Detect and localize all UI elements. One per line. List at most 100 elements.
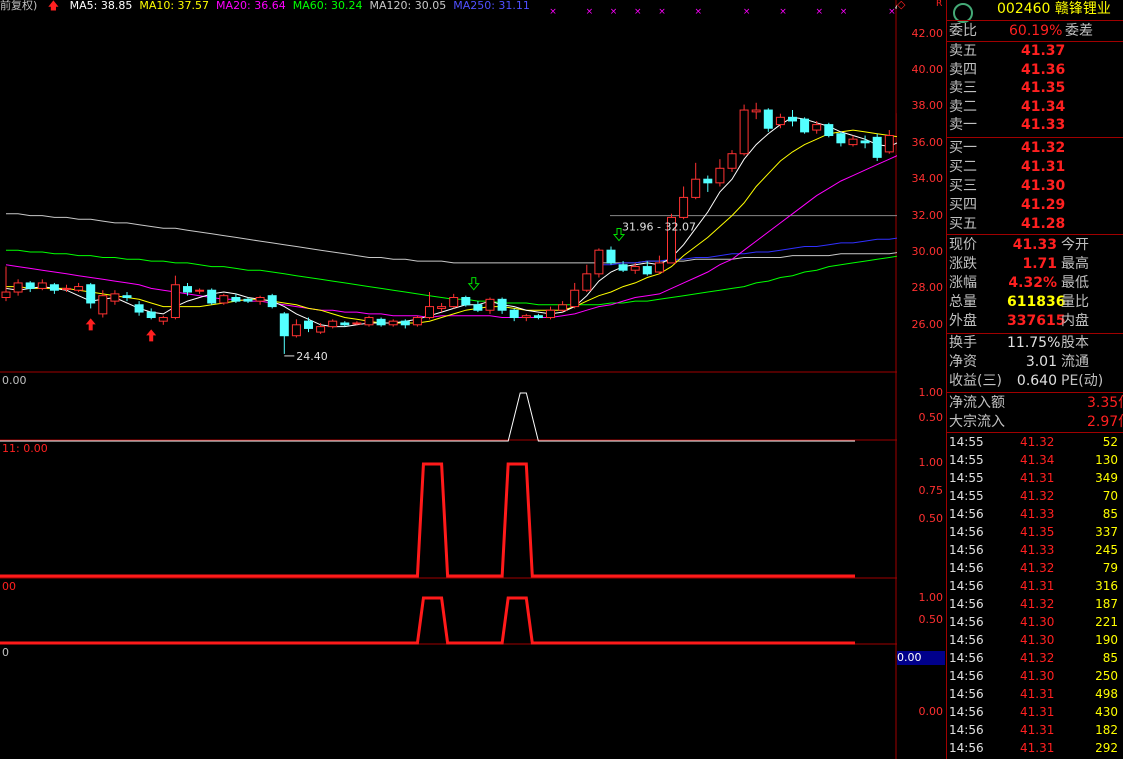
candle-body <box>860 140 870 144</box>
indicator-tick: 0.50 <box>918 613 944 626</box>
candle-body <box>691 178 701 198</box>
tick-time: 14:56 <box>949 543 984 557</box>
candle-body <box>618 264 628 271</box>
weicha-label: 委差 <box>1065 23 1093 39</box>
tick-row[interactable]: 14:56 41.32 79 <box>949 559 1122 577</box>
range-label: 31.96 - 32.07 <box>622 221 696 234</box>
bid-price: 41.30 <box>1021 178 1066 194</box>
tick-time: 14:55 <box>949 471 984 485</box>
buy-arrow-icon <box>85 318 96 331</box>
tick-row[interactable]: 14:55 41.32 70 <box>949 487 1122 505</box>
candle-body <box>328 320 338 328</box>
tick-row[interactable]: 14:56 41.32 85 <box>949 649 1122 667</box>
price-axis: 42.00 40.00 38.00 36.00 34.00 32.00 30.00 28.00… <box>897 0 946 759</box>
weibi-label: 委比 <box>949 23 977 39</box>
fund-value: 0.640 <box>1016 373 1057 389</box>
indicator-line <box>0 392 855 442</box>
tick-row[interactable]: 14:55 41.31 349 <box>949 469 1122 487</box>
tick-time: 14:55 <box>949 435 984 449</box>
flow-value: 3.35亿 <box>1087 395 1123 411</box>
top-marker: × <box>634 7 642 17</box>
top-marker: × <box>743 7 751 17</box>
tick-volume: 349 <box>1095 471 1118 485</box>
tick-row[interactable]: 14:56 41.32 187 <box>949 595 1122 613</box>
candle-body <box>304 320 313 329</box>
adjust-mode-label: 前复权) <box>0 0 38 12</box>
candle-body <box>824 124 834 137</box>
fund-label: 股本 <box>1061 335 1089 351</box>
candle-body <box>679 196 689 218</box>
kline-svg[interactable]: ××××××××××××43.0024.4031.96 - 32.07 <box>0 0 897 759</box>
candle-body <box>570 289 580 308</box>
indicator-tick: 0.75 <box>918 484 944 497</box>
candle-body <box>376 318 386 326</box>
up-arrow-icon: 🡅 <box>47 0 60 12</box>
candle-body <box>388 320 398 326</box>
candle-body <box>630 266 640 271</box>
candle-body <box>848 138 858 146</box>
tick-price: 41.32 <box>1020 597 1055 611</box>
stat-value: 1.71 <box>1022 256 1057 272</box>
rights-marker: R <box>936 0 943 9</box>
tick-price: 41.32 <box>1020 561 1055 575</box>
fund-value: 11.75% <box>1007 335 1061 351</box>
tick-volume: 70 <box>1102 489 1118 503</box>
tick-row[interactable]: 14:56 41.30 250 <box>949 667 1122 685</box>
ask-label: 卖五 <box>949 43 977 59</box>
fund-label: 净资 <box>949 354 977 370</box>
tick-price: 41.30 <box>1020 669 1055 683</box>
stat-value: 611836 <box>1007 294 1066 310</box>
candle-body <box>775 116 785 126</box>
tick-price: 41.31 <box>1020 741 1055 755</box>
tick-row[interactable]: 14:55 41.34 130 <box>949 451 1122 469</box>
candle-body <box>364 317 374 326</box>
tick-volume: 85 <box>1102 651 1118 665</box>
indicator-label: 11: 0.00 <box>2 442 48 455</box>
tick-row[interactable]: 14:56 41.31 292 <box>949 739 1122 757</box>
tick-row[interactable]: 14:56 41.31 430 <box>949 703 1122 721</box>
tick-price: 41.32 <box>1020 651 1055 665</box>
candle-body <box>715 167 725 184</box>
candle-body <box>727 153 737 169</box>
ask-label: 卖一 <box>949 117 977 134</box>
ask-price: 41.34 <box>1021 98 1066 115</box>
stat-label: 涨跌 <box>949 256 977 272</box>
tick-price: 41.31 <box>1020 705 1055 719</box>
candle-body <box>594 249 604 275</box>
price-tick: 32.00 <box>911 208 944 222</box>
ma5-line <box>5 116 897 328</box>
buy-arrow-icon <box>146 329 157 342</box>
tick-row[interactable]: 14:56 41.33 245 <box>949 541 1122 559</box>
flow-label: 净流入额 <box>949 395 1005 411</box>
tick-price: 41.31 <box>1020 579 1055 593</box>
candle-body <box>158 317 168 322</box>
tick-price: 41.33 <box>1020 507 1055 521</box>
candle-body <box>788 116 797 122</box>
kline-chart-area[interactable]: ××××××××××××43.0024.4031.96 - 32.07 前复权)… <box>0 0 897 759</box>
flow-value: 2.97亿 <box>1087 414 1123 430</box>
tick-volume: 250 <box>1095 669 1118 683</box>
tick-row[interactable]: 14:56 41.31 498 <box>949 685 1122 703</box>
candle-body <box>412 317 422 326</box>
tick-row[interactable]: 14:55 41.32 52 <box>949 433 1122 451</box>
tick-row[interactable]: 14:56 41.31 316 <box>949 577 1122 595</box>
tick-row[interactable]: 14:56 41.30 221 <box>949 613 1122 631</box>
tick-row[interactable]: 14:56 41.31 182 <box>949 721 1122 739</box>
indicator-line <box>0 462 855 578</box>
stock-title: 002460 赣锋锂业 <box>997 1 1111 17</box>
ask-label: 卖二 <box>949 98 977 115</box>
candle-body <box>582 273 592 291</box>
tick-price: 41.34 <box>1020 453 1055 467</box>
tick-row[interactable]: 14:56 41.33 85 <box>949 505 1122 523</box>
ma-legend-item: MA60: 30.24 <box>292 0 363 12</box>
ma250-line <box>598 237 897 266</box>
candle-body <box>110 293 120 302</box>
divider <box>947 392 1123 393</box>
candle-body <box>739 109 749 155</box>
top-marker: × <box>610 7 618 17</box>
tick-time: 14:56 <box>949 651 984 665</box>
tick-row[interactable]: 14:56 41.35 337 <box>949 523 1122 541</box>
ma-legend-item: MA10: 37.57 <box>139 0 210 12</box>
candle-body <box>400 320 410 326</box>
tick-row[interactable]: 14:56 41.30 190 <box>949 631 1122 649</box>
